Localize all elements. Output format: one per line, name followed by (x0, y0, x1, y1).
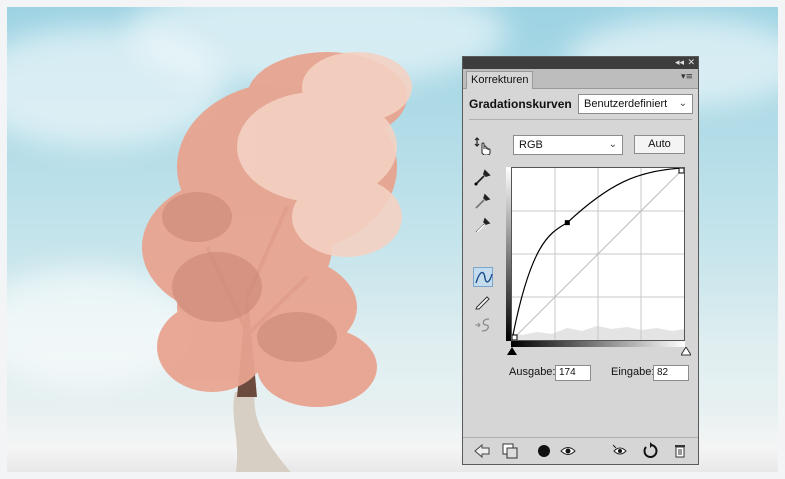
toggle-visibility-button[interactable] (559, 442, 577, 460)
preset-dropdown[interactable]: Benutzerdefiniert ⌄ (578, 94, 693, 114)
curve-endpoint-black[interactable] (512, 334, 518, 340)
channel-dropdown[interactable]: RGB ⌄ (513, 135, 623, 155)
panel-tab-row: Korrekturen ▾≡ (463, 69, 698, 89)
adjustment-title: Gradationskurven (469, 97, 572, 111)
chevron-down-icon: ⌄ (608, 139, 617, 150)
white-point-slider[interactable] (681, 347, 691, 356)
on-image-adjust-tool[interactable] (473, 135, 493, 156)
reset-icon (643, 442, 658, 458)
delete-adjustment-button[interactable] (671, 442, 689, 460)
panel-menu-button[interactable]: ▾≡ (681, 72, 693, 82)
chevron-down-icon: ⌄ (678, 98, 687, 109)
curve-plot (512, 168, 684, 340)
black-point-eyedropper-icon (474, 169, 491, 186)
preset-value: Benutzerdefiniert (584, 98, 668, 110)
curves-graph[interactable] (511, 167, 685, 341)
view-previous-state-button[interactable] (611, 442, 629, 460)
layer-mask-button[interactable] (535, 442, 553, 460)
adjustments-panel: ◂◂ ✕ Korrekturen ▾≡ Gradationskurven Ben… (462, 56, 699, 465)
collapse-panel-button[interactable]: ◂◂ (675, 57, 684, 69)
black-point-slider[interactable] (507, 347, 517, 356)
gray-point-eyedropper[interactable] (473, 191, 493, 211)
input-field[interactable]: 82 (653, 365, 689, 381)
curve-control-point[interactable] (564, 220, 570, 226)
pencil-draw-tool[interactable] (473, 291, 493, 311)
smooth-curve-tool[interactable] (473, 315, 493, 335)
layer-mask-icon (538, 445, 550, 457)
output-field[interactable]: 174 (555, 365, 591, 381)
previous-state-icon (612, 444, 627, 455)
curve-edit-icon (475, 271, 493, 284)
back-arrow-icon (474, 443, 490, 459)
trash-icon (675, 445, 685, 458)
curve-endpoint-white[interactable] (678, 168, 684, 174)
input-gradient-bar (511, 341, 685, 347)
clip-to-layer-button[interactable] (501, 442, 519, 460)
close-panel-button[interactable]: ✕ (687, 57, 695, 69)
channel-value: RGB (519, 139, 543, 151)
white-point-eyedropper-icon (475, 217, 491, 233)
blossom-tree-image (142, 52, 412, 472)
auto-button[interactable]: Auto (634, 135, 685, 154)
divider (463, 437, 698, 438)
tab-korrekturen[interactable]: Korrekturen (466, 71, 534, 89)
gray-point-eyedropper-icon (475, 193, 491, 209)
pencil-draw-icon (475, 296, 490, 310)
back-to-list-button[interactable] (473, 442, 491, 460)
on-image-adjust-icon (474, 137, 491, 156)
panel-titlebar: ◂◂ ✕ (463, 57, 698, 69)
white-point-eyedropper[interactable] (473, 215, 493, 235)
black-point-eyedropper[interactable] (473, 167, 493, 187)
input-label: Eingabe: (611, 366, 655, 378)
reset-button[interactable] (641, 442, 659, 460)
output-label: Ausgabe: (509, 366, 556, 378)
curve-edit-tool[interactable] (473, 267, 493, 287)
visibility-eye-icon (560, 447, 576, 455)
divider (469, 119, 692, 120)
smooth-curve-icon (475, 318, 490, 332)
clip-to-layer-icon (502, 443, 518, 459)
